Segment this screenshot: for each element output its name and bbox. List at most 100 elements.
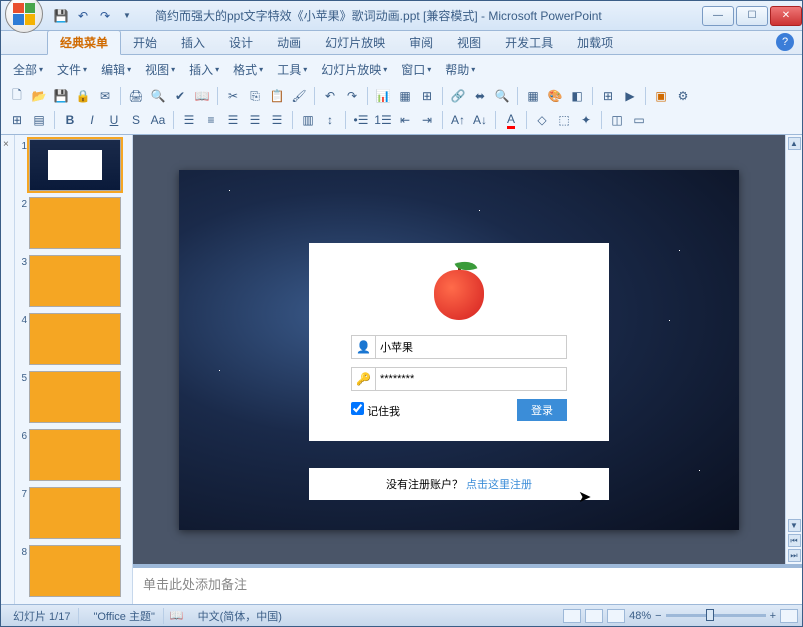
mail-icon[interactable]: ✉: [95, 86, 115, 106]
login-button[interactable]: 登录: [517, 399, 567, 421]
arrange-icon[interactable]: ⬚: [554, 110, 574, 130]
chart-icon[interactable]: 📊: [373, 86, 393, 106]
color-icon[interactable]: 🎨: [545, 86, 565, 106]
thumbnail-8[interactable]: [29, 545, 121, 597]
align-right-icon[interactable]: ☰: [223, 110, 243, 130]
save-icon[interactable]: 💾: [51, 86, 71, 106]
new-slide-icon[interactable]: ▭: [629, 110, 649, 130]
window-icon[interactable]: ⊞: [598, 86, 618, 106]
language-indicator[interactable]: 中文(简体，中国): [190, 608, 290, 624]
menu-insert[interactable]: 插入▾: [183, 59, 225, 80]
expand-icon[interactable]: ⬌: [470, 86, 490, 106]
research-icon[interactable]: 📖: [192, 86, 212, 106]
password-input[interactable]: [376, 373, 566, 385]
register-link[interactable]: 点击这里注册: [466, 479, 532, 491]
undo-icon[interactable]: ↶: [320, 86, 340, 106]
font-increase-icon[interactable]: A↑: [448, 110, 468, 130]
options-icon[interactable]: ⚙: [673, 86, 693, 106]
numbering-icon[interactable]: 1☰: [373, 110, 393, 130]
normal-view-icon[interactable]: [563, 609, 581, 623]
redo-icon[interactable]: ↷: [97, 8, 113, 24]
zoom-icon[interactable]: 🔍: [492, 86, 512, 106]
slide-viewport[interactable]: 👤 🔑 记住我 登录: [133, 135, 785, 564]
format-painter-icon[interactable]: 🖌: [289, 86, 309, 106]
remember-checkbox[interactable]: 记住我: [351, 402, 400, 419]
italic-icon[interactable]: I: [82, 110, 102, 130]
font-color-icon[interactable]: A: [501, 110, 521, 130]
menu-view[interactable]: 视图▾: [139, 59, 181, 80]
zoom-label[interactable]: 48%: [629, 610, 651, 622]
menu-file[interactable]: 文件▾: [51, 59, 93, 80]
zoom-out-icon[interactable]: −: [655, 610, 661, 622]
new-icon[interactable]: 🗋: [7, 86, 27, 106]
spellcheck-icon[interactable]: 📖: [170, 609, 184, 622]
thumbnail-5[interactable]: [29, 371, 121, 423]
open-icon[interactable]: 📂: [29, 86, 49, 106]
underline-icon[interactable]: U: [104, 110, 124, 130]
tab-classic-menu[interactable]: 经典菜单: [47, 30, 121, 55]
tab-design[interactable]: 设计: [217, 31, 265, 54]
help-icon[interactable]: ?: [776, 33, 794, 51]
slideshow-view-icon[interactable]: [607, 609, 625, 623]
paste-icon[interactable]: 📋: [267, 86, 287, 106]
thumbnail-3[interactable]: [29, 255, 121, 307]
tables-icon[interactable]: ⊞: [417, 86, 437, 106]
zoom-slider[interactable]: [666, 614, 766, 617]
menu-tools[interactable]: 工具▾: [271, 59, 313, 80]
redo-icon[interactable]: ↷: [342, 86, 362, 106]
notes-pane[interactable]: 单击此处添加备注: [133, 564, 802, 604]
permission-icon[interactable]: 🔒: [73, 86, 93, 106]
macro-icon[interactable]: ▶: [620, 86, 640, 106]
outline-pane-handle[interactable]: ×: [1, 135, 15, 604]
tab-developer[interactable]: 开发工具: [493, 31, 565, 54]
decrease-indent-icon[interactable]: ⇤: [395, 110, 415, 130]
menu-all[interactable]: 全部▾: [7, 59, 49, 80]
shapes-icon[interactable]: ◇: [532, 110, 552, 130]
close-button[interactable]: ✕: [770, 6, 802, 26]
thumbnail-6[interactable]: [29, 429, 121, 481]
spelling-icon[interactable]: ✔: [170, 86, 190, 106]
thumbnail-1[interactable]: [29, 139, 121, 191]
zoom-in-icon[interactable]: +: [770, 610, 776, 622]
grid-view-icon[interactable]: ⊞: [7, 110, 27, 130]
slide-thumbnails[interactable]: 1 2 3 4 5 6 7 8: [15, 135, 133, 604]
align-center-icon[interactable]: ≡: [201, 110, 221, 130]
cut-icon[interactable]: ✂: [223, 86, 243, 106]
grid-icon[interactable]: ▦: [523, 86, 543, 106]
menu-slideshow[interactable]: 幻灯片放映▾: [315, 59, 393, 80]
menu-edit[interactable]: 编辑▾: [95, 59, 137, 80]
tab-view[interactable]: 视图: [445, 31, 493, 54]
thumbnail-4[interactable]: [29, 313, 121, 365]
copy-icon[interactable]: ⎘: [245, 86, 265, 106]
align-left-icon[interactable]: ☰: [179, 110, 199, 130]
print-icon[interactable]: 🖨: [126, 86, 146, 106]
tab-home[interactable]: 开始: [121, 31, 169, 54]
menu-help[interactable]: 帮助▾: [439, 59, 481, 80]
text-direction-icon[interactable]: ↕: [320, 110, 340, 130]
vertical-scrollbar[interactable]: ▲ ▼ ⏮ ⏭: [785, 135, 802, 564]
distributed-icon[interactable]: ☰: [267, 110, 287, 130]
office-button[interactable]: [5, 0, 43, 33]
menu-format[interactable]: 格式▾: [227, 59, 269, 80]
save-icon[interactable]: 💾: [53, 8, 69, 24]
shadow-icon[interactable]: S: [126, 110, 146, 130]
change-case-icon[interactable]: Aa: [148, 110, 168, 130]
tab-insert[interactable]: 插入: [169, 31, 217, 54]
thumbnail-2[interactable]: [29, 197, 121, 249]
prev-slide-icon[interactable]: ⏮: [788, 534, 801, 547]
tab-review[interactable]: 审阅: [397, 31, 445, 54]
minimize-button[interactable]: —: [702, 6, 734, 26]
bullets-icon[interactable]: •☰: [351, 110, 371, 130]
hyperlink-icon[interactable]: 🔗: [448, 86, 468, 106]
next-slide-icon[interactable]: ⏭: [788, 549, 801, 562]
slideshow-icon[interactable]: ▣: [651, 86, 671, 106]
qat-dropdown-icon[interactable]: ▼: [119, 8, 135, 24]
fit-window-icon[interactable]: [780, 609, 798, 623]
columns-icon[interactable]: ▥: [298, 110, 318, 130]
slide-canvas[interactable]: 👤 🔑 记住我 登录: [179, 170, 739, 530]
close-pane-icon[interactable]: ×: [3, 139, 9, 150]
thumbnail-7[interactable]: [29, 487, 121, 539]
justify-icon[interactable]: ☰: [245, 110, 265, 130]
tab-addins[interactable]: 加载项: [565, 31, 625, 54]
quick-styles-icon[interactable]: ✦: [576, 110, 596, 130]
